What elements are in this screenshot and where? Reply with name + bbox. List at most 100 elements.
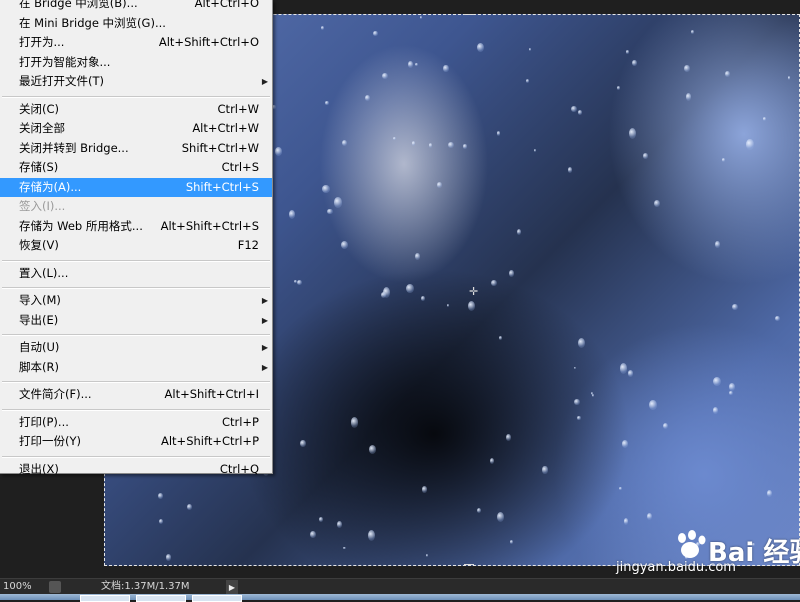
rain-drop	[746, 138, 754, 151]
menu-separator	[2, 334, 270, 336]
menu-item-label: 打开为...	[19, 35, 65, 49]
rain-drop	[437, 182, 442, 188]
menu-item-1[interactable]: 在 Mini Bridge 中浏览(G)...	[0, 14, 272, 33]
menu-item-15[interactable]: 导出(E) ▶	[0, 311, 272, 330]
menu-item-20[interactable]: 打印一份(Y) Alt+Shift+Ctrl+P	[0, 432, 272, 451]
rain-drop	[489, 458, 494, 464]
rain-drop	[364, 95, 370, 102]
taskbar	[0, 594, 800, 602]
menu-item-label: 脚本(R)	[19, 359, 59, 374]
menu-separator	[2, 259, 270, 262]
rain-drop	[158, 492, 163, 500]
rain-drop	[577, 415, 581, 420]
rain-drop	[158, 518, 164, 524]
submenu-arrow-icon: ▶	[261, 296, 268, 305]
status-menu-arrow-icon[interactable]: ▶	[226, 580, 238, 594]
rain-drop	[165, 553, 172, 561]
menu-item-label: 关闭(C)	[19, 101, 60, 116]
menu-item-4[interactable]: 最近打开文件(T) ▶	[0, 72, 272, 91]
rain-drop	[528, 48, 531, 51]
menu-item-7[interactable]: 关闭并转到 Bridge... Shift+Ctrl+W	[0, 139, 272, 158]
rain-drop	[476, 42, 484, 53]
menu-item-shortcut: Alt+Shift+Ctrl+I	[164, 387, 259, 401]
zoom-level[interactable]: 100%	[3, 579, 32, 595]
rain-drop	[337, 521, 342, 528]
menu-separator	[2, 287, 270, 289]
rain-drop	[577, 338, 585, 349]
rain-drop	[766, 490, 772, 497]
menu-item-13[interactable]: 置入(L)...	[0, 264, 272, 283]
menu-separator	[2, 381, 270, 383]
rain-drop	[649, 399, 657, 411]
rain-drop	[350, 417, 358, 428]
menu-item-shortcut: Alt+Ctrl+W	[192, 121, 259, 135]
menu-item-label: 打印一份(Y)	[19, 434, 81, 448]
menu-item-8[interactable]: 存储(S) Ctrl+S	[0, 158, 272, 177]
menu-item-label: 在 Mini Bridge 中浏览(G)...	[19, 15, 166, 30]
rain-drop	[321, 185, 330, 194]
selection-handle-top	[464, 14, 474, 21]
rain-drop	[393, 136, 397, 140]
menu-item-5[interactable]: 关闭(C) Ctrl+W	[0, 100, 272, 119]
rain-drop	[509, 269, 515, 277]
rain-drop	[616, 85, 621, 90]
rain-drop	[632, 59, 637, 67]
rain-drop	[712, 407, 718, 414]
menu-item-shortcut: Alt+Shift+Ctrl+S	[160, 218, 259, 233]
menu-item-0[interactable]: 在 Bridge 中浏览(B)... Alt+Ctrl+O	[0, 0, 272, 13]
rain-drop	[414, 63, 418, 67]
menu-separator	[2, 455, 270, 458]
rain-drop	[715, 240, 721, 249]
rain-drop	[368, 444, 376, 454]
menu-item-label: 退出(X)	[19, 461, 59, 476]
menu-item-9[interactable]: 存储为(A)... Shift+Ctrl+S	[0, 177, 272, 197]
menu-item-label: 自动(U)	[19, 340, 60, 354]
menu-item-10: 签入(I)...	[0, 197, 272, 216]
menu-item-19[interactable]: 打印(P)... Ctrl+P	[0, 413, 272, 432]
rain-drop	[567, 167, 573, 174]
rain-drop	[288, 209, 296, 219]
taskbar-button[interactable]	[80, 595, 130, 602]
menu-item-label: 打开为智能对象...	[19, 54, 111, 69]
menu-item-shortcut: Ctrl+P	[221, 414, 259, 429]
menu-separator	[2, 95, 270, 98]
menu-item-11[interactable]: 存储为 Web 所用格式... Alt+Shift+Ctrl+S	[0, 217, 272, 236]
menu-item-label: 关闭并转到 Bridge...	[19, 140, 129, 155]
rain-drop	[300, 439, 306, 447]
menu-item-label: 关闭全部	[19, 121, 65, 135]
rain-drop	[621, 440, 628, 448]
menu-item-16[interactable]: 自动(U) ▶	[0, 338, 272, 357]
menu-item-shortcut: Alt+Ctrl+O	[194, 0, 259, 10]
menu-item-label: 存储为(A)...	[19, 179, 82, 194]
menu-item-18[interactable]: 文件简介(F)... Alt+Shift+Ctrl+I	[0, 385, 272, 404]
rain-drop	[462, 144, 467, 149]
rain-drop	[763, 117, 767, 121]
submenu-arrow-icon: ▶	[261, 343, 268, 352]
menu-item-2[interactable]: 打开为... Alt+Shift+Ctrl+O	[0, 33, 272, 52]
menu-separator	[2, 408, 270, 411]
menu-item-3[interactable]: 打开为智能对象...	[0, 53, 272, 72]
menu-item-17[interactable]: 脚本(R) ▶	[0, 358, 272, 377]
menu-item-6[interactable]: 关闭全部 Alt+Ctrl+W	[0, 119, 272, 138]
rain-drop	[467, 301, 475, 312]
rain-drop	[318, 516, 324, 522]
rain-drop	[334, 196, 342, 208]
rain-drop	[578, 110, 583, 115]
rain-drop	[628, 127, 636, 139]
taskbar-button[interactable]	[192, 595, 242, 602]
taskbar-button[interactable]	[136, 595, 186, 602]
menu-item-21[interactable]: 退出(X) Ctrl+Q	[0, 460, 272, 479]
rain-drop	[653, 199, 660, 208]
menu-item-label: 恢复(V)	[19, 238, 59, 252]
rain-drop	[731, 303, 738, 310]
rain-drop	[643, 153, 648, 159]
menu-item-14[interactable]: 导入(M) ▶	[0, 291, 272, 310]
rain-drop	[367, 529, 376, 542]
menu-item-12[interactable]: 恢复(V) F12	[0, 236, 272, 255]
menu-item-shortcut: Ctrl+W	[217, 101, 259, 116]
menu-item-label: 最近打开文件(T)	[19, 74, 104, 88]
rain-drop	[446, 304, 449, 307]
zoom-toggle-icon[interactable]	[49, 581, 61, 593]
rain-drop	[542, 466, 548, 475]
menu-item-label: 导入(M)	[19, 293, 61, 307]
